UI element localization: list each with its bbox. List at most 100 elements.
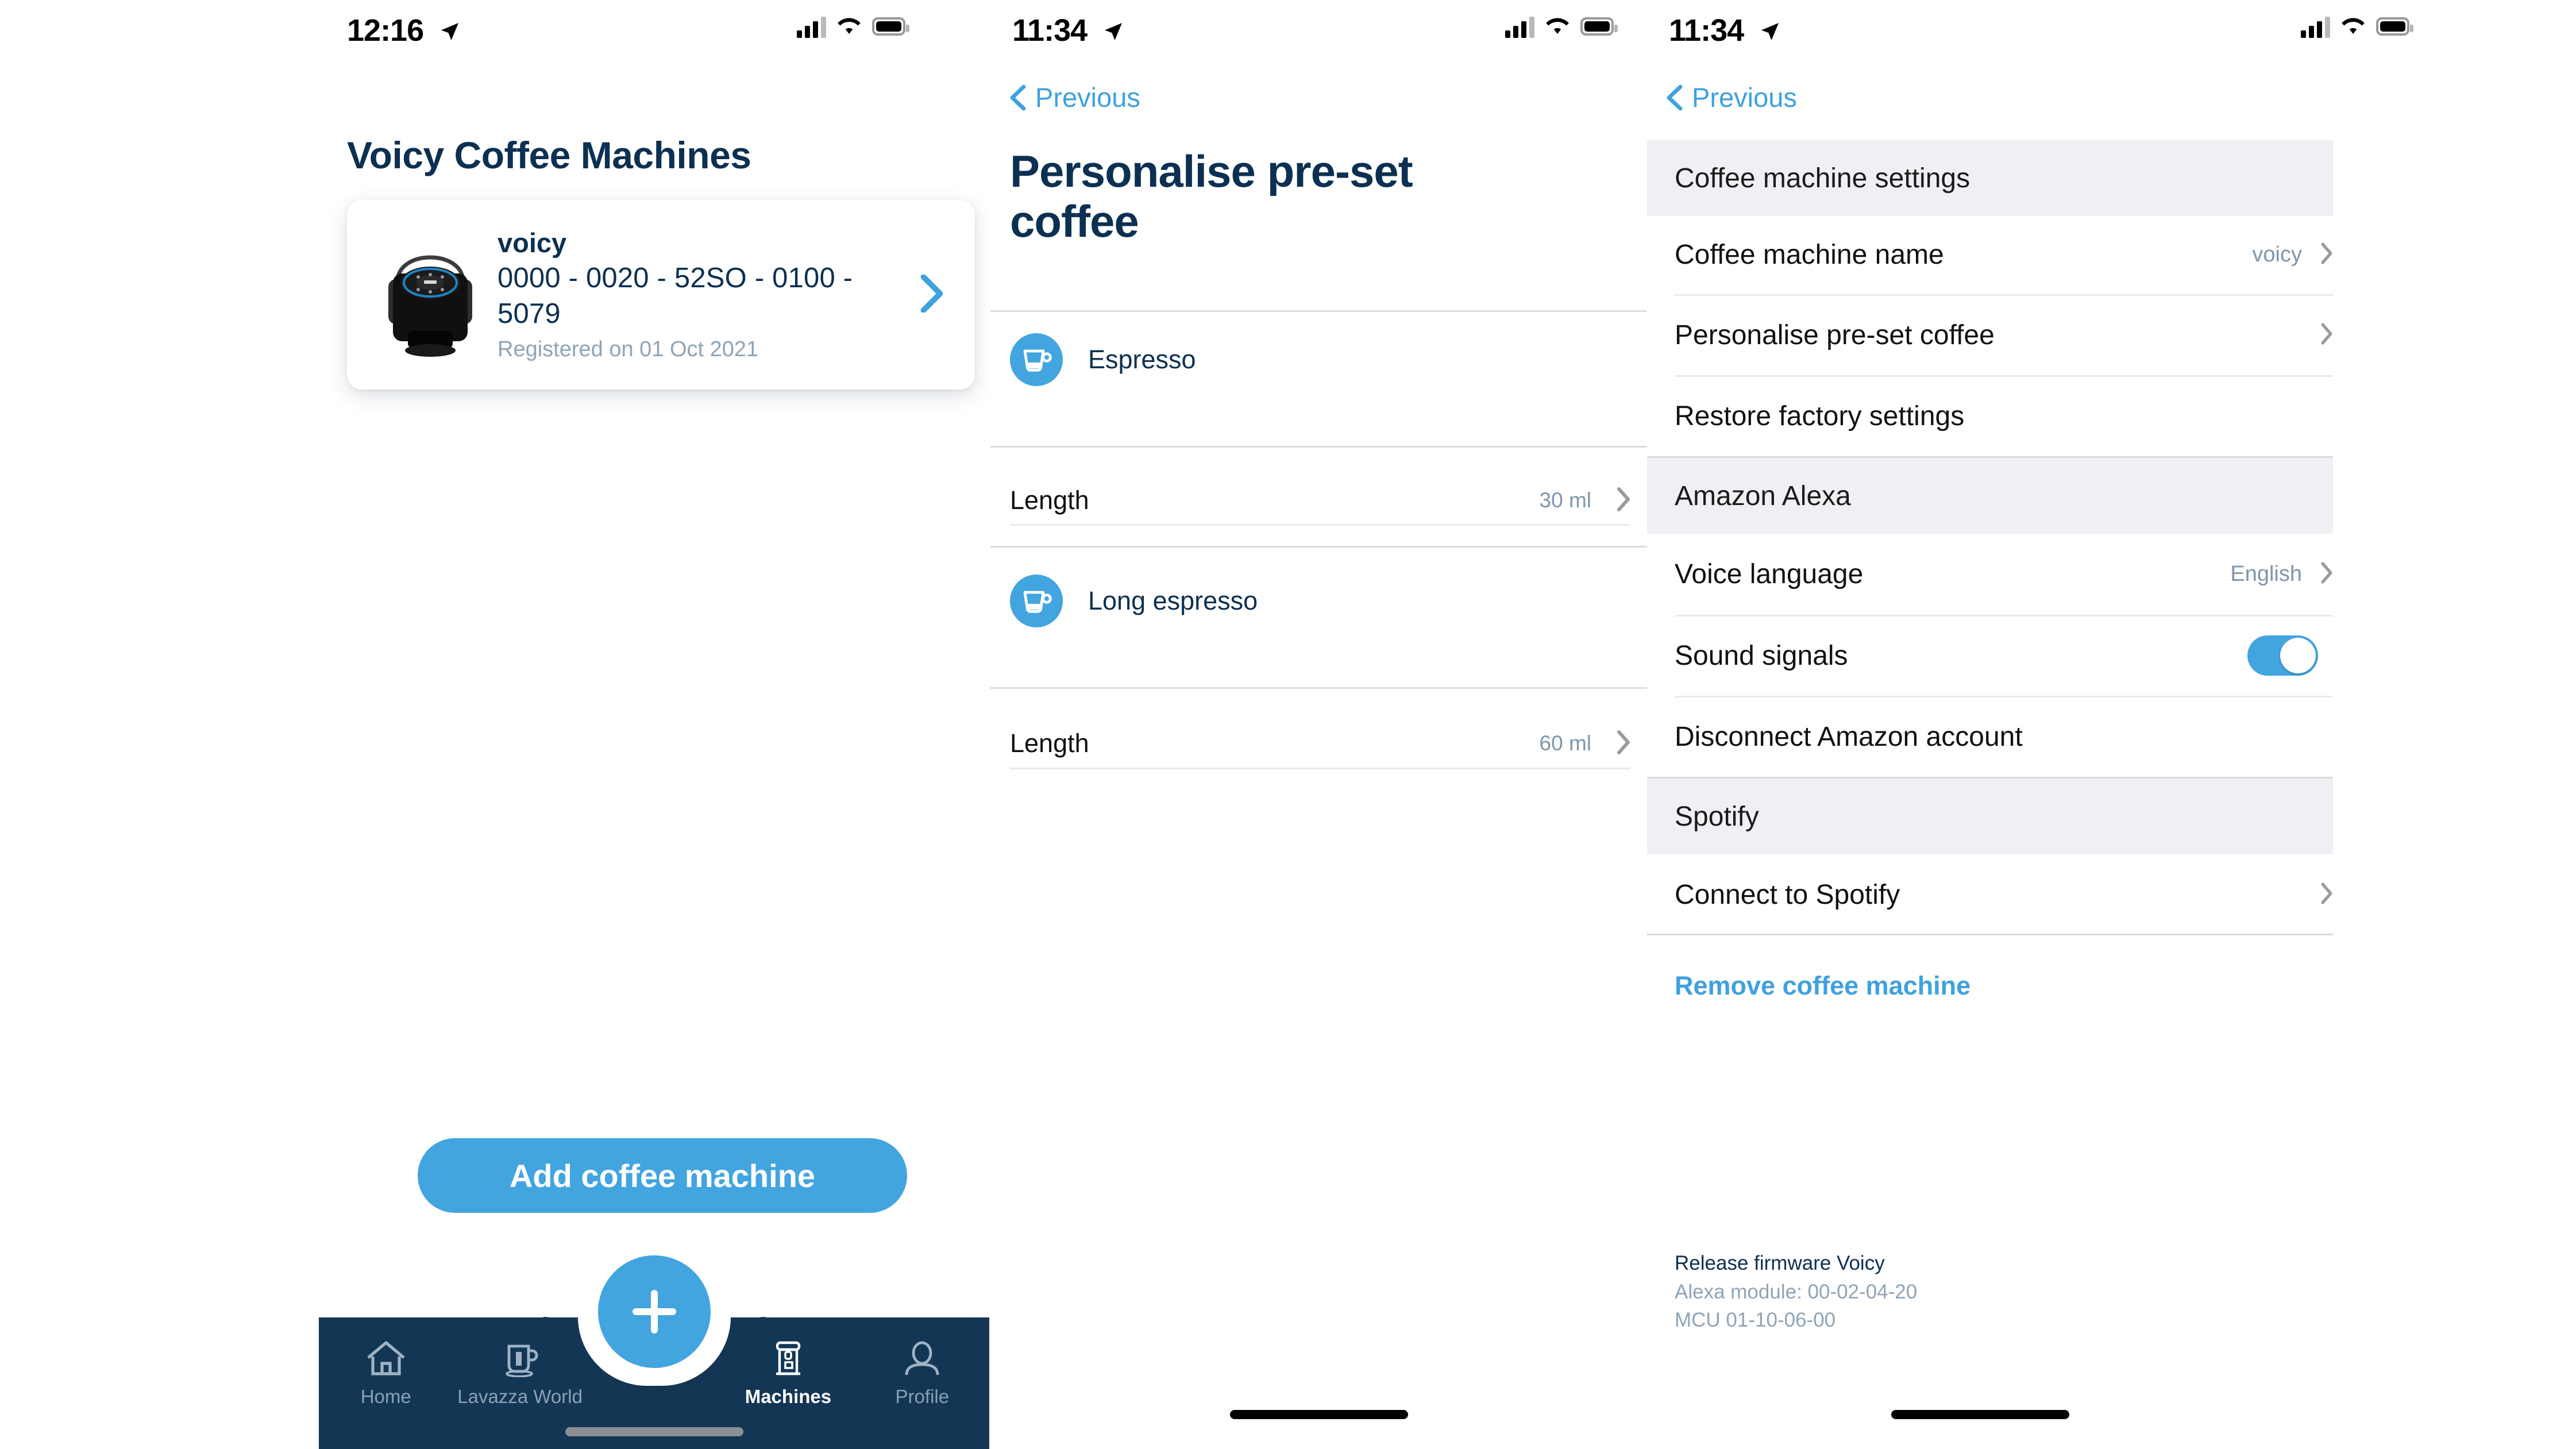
previous-label: Previous [1035, 82, 1140, 113]
location-arrow-icon [1759, 15, 1781, 51]
divider [1010, 524, 1630, 526]
machine-serial: 0000 - 0020 - 52SO - 0100 - 5079 [498, 263, 853, 329]
drink-name-long-espresso: Long espresso [1088, 586, 1258, 615]
machine-registered-date: Registered on 01 Oct 2021 [498, 337, 759, 361]
status-time: 11:34 [1669, 13, 1781, 48]
machine-info: voicy 0000 - 0020 - 52SO - 0100 - 5079 R… [498, 228, 919, 362]
plus-icon [633, 1290, 676, 1334]
chevron-right-icon[interactable] [1615, 730, 1630, 758]
setting-label: Voice language [1675, 558, 1864, 589]
tab-machines[interactable]: Machines [721, 1339, 855, 1408]
setting-row-voice-language[interactable]: Voice language English [1675, 550, 2333, 598]
length-row-long-espresso[interactable]: Length 60 ml [1010, 729, 1630, 758]
status-icons [2301, 15, 2413, 38]
setting-value: English [2230, 561, 2302, 586]
chevron-right-icon[interactable] [2319, 322, 2333, 348]
setting-value: voicy [2252, 242, 2302, 267]
previous-label: Previous [1692, 82, 1797, 113]
status-time-text: 11:34 [1669, 13, 1744, 48]
status-time: 12:16 [347, 13, 461, 48]
divider [1647, 934, 2333, 935]
add-fab-button[interactable] [598, 1255, 711, 1368]
length-label: Length [1010, 729, 1089, 758]
chevron-right-icon[interactable] [2319, 882, 2333, 908]
chevron-right-icon[interactable] [919, 273, 944, 315]
length-value: 60 ml [1539, 731, 1591, 755]
battery-icon [2376, 17, 2413, 36]
three-phone-screenshots: 12:16 Voicy Coffee Machines voicy 0000 -… [0, 0, 2576, 1449]
tab-home-label: Home [360, 1386, 411, 1407]
cellular-signal-icon [797, 15, 826, 38]
chevron-left-icon [1010, 84, 1026, 110]
tab-home[interactable]: Home [319, 1339, 453, 1408]
setting-row-disconnect-amazon-account[interactable]: Disconnect Amazon account [1675, 713, 2333, 760]
status-time: 11:34 [1012, 13, 1125, 48]
previous-back-button[interactable]: Previous [1667, 82, 1797, 113]
espresso-cup-icon [1010, 333, 1063, 386]
wifi-icon [2340, 16, 2366, 38]
section-header-label: Amazon Alexa [1675, 480, 1851, 511]
divider [990, 687, 1647, 689]
divider [1675, 615, 2333, 616]
wifi-icon [836, 16, 862, 38]
setting-row-personalise-preset-coffee[interactable]: Personalise pre-set coffee [1675, 311, 2333, 359]
firmware-alexa-module: Alexa module: 00-02-04-20 [1675, 1280, 1918, 1303]
lavazza-voicy-machine-image [376, 229, 485, 361]
chevron-right-icon[interactable] [2319, 242, 2333, 268]
chevron-right-icon[interactable] [2319, 561, 2333, 587]
firmware-info: Release firmware Voicy Alexa module: 00-… [1675, 1249, 1917, 1335]
sound-signals-toggle[interactable] [2247, 635, 2318, 676]
machine-name: voicy [498, 228, 567, 259]
remove-coffee-machine-link[interactable]: Remove coffee machine [1675, 971, 1970, 1001]
section-header-amazon-alexa: Amazon Alexa [1647, 458, 2333, 534]
home-indicator [1229, 1410, 1408, 1419]
setting-row-sound-signals[interactable]: Sound signals [1675, 632, 2333, 679]
previous-back-button[interactable]: Previous [1010, 82, 1140, 113]
location-arrow-icon [1102, 15, 1125, 51]
status-bar-panel2: 11:34 [990, 0, 1647, 63]
divider [1675, 696, 2333, 697]
page-title: Voicy Coffee Machines [347, 134, 751, 176]
coffee-cup-icon [499, 1339, 541, 1380]
setting-label: Sound signals [1675, 640, 1848, 671]
setting-label: Coffee machine name [1675, 239, 1944, 270]
length-row-espresso[interactable]: Length 30 ml [1010, 485, 1630, 515]
section-header-spotify: Spotify [1647, 779, 2333, 854]
drink-header-espresso: Espresso [1010, 333, 1196, 386]
cellular-signal-icon [1505, 15, 1534, 38]
setting-label: Disconnect Amazon account [1675, 721, 2023, 752]
espresso-cup-icon [1010, 575, 1063, 627]
setting-row-coffee-machine-name[interactable]: Coffee machine name voicy [1675, 231, 2333, 278]
wifi-icon [1545, 16, 1570, 38]
setting-row-restore-factory-settings[interactable]: Restore factory settings [1675, 392, 2333, 440]
cellular-signal-icon [2301, 15, 2330, 38]
setting-row-connect-to-spotify[interactable]: Connect to Spotify [1675, 871, 2333, 918]
chevron-right-icon[interactable] [1615, 487, 1630, 515]
add-coffee-machine-button[interactable]: Add coffee machine [418, 1138, 907, 1213]
status-bar-panel1: 12:16 [0, 0, 990, 63]
length-value: 30 ml [1539, 488, 1591, 512]
coffee-machine-icon [767, 1339, 809, 1380]
section-header-label: Spotify [1675, 801, 1759, 832]
home-indicator [1891, 1410, 2069, 1419]
panel-machines-list: 12:16 Voicy Coffee Machines voicy 0000 -… [0, 0, 990, 1449]
section-header-label: Coffee machine settings [1675, 163, 1970, 194]
machine-card[interactable]: voicy 0000 - 0020 - 52SO - 0100 - 5079 R… [347, 200, 975, 390]
divider [990, 310, 1647, 312]
person-icon [901, 1339, 943, 1380]
setting-label: Personalise pre-set coffee [1675, 319, 1995, 350]
home-icon [365, 1339, 407, 1380]
firmware-mcu: MCU 01-10-06-00 [1675, 1309, 1836, 1332]
divider [1675, 375, 2333, 377]
drink-header-long-espresso: Long espresso [1010, 575, 1258, 627]
tab-profile[interactable]: Profile [855, 1339, 989, 1408]
status-icons [797, 15, 909, 38]
length-label: Length [1010, 485, 1089, 515]
tab-lavazza-world[interactable]: Lavazza World [453, 1339, 587, 1408]
status-icons [1505, 15, 1618, 38]
status-bar-panel3: 11:34 [1647, 0, 2576, 63]
divider [990, 546, 1647, 548]
divider [1675, 294, 2333, 296]
setting-label: Connect to Spotify [1675, 879, 1900, 910]
home-indicator [565, 1427, 743, 1436]
